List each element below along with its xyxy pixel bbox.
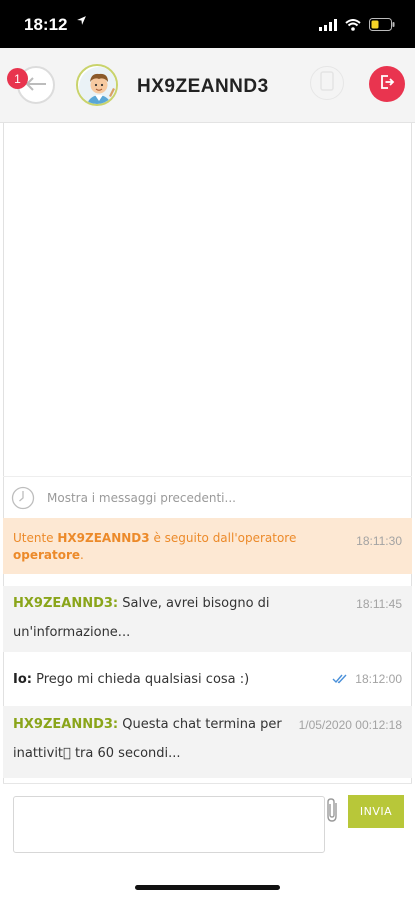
message-composer: INVIA bbox=[3, 783, 412, 863]
call-button[interactable] bbox=[310, 66, 344, 100]
exit-chat-button[interactable] bbox=[369, 66, 405, 102]
system-message-suffix: . bbox=[80, 548, 84, 562]
message-time: 18:11:45 bbox=[356, 597, 402, 611]
system-message-operator: operatore bbox=[13, 548, 81, 562]
system-message: Utente HX9ZEANND3 è seguito dall'operato… bbox=[3, 518, 412, 574]
message-input[interactable] bbox=[13, 796, 325, 853]
message-sender: HX9ZEANND3: bbox=[13, 596, 119, 611]
battery-icon bbox=[369, 16, 395, 35]
chat-message: Io: Prego mi chieda qualsiasi cosa :) 18… bbox=[3, 665, 412, 695]
home-indicator bbox=[135, 885, 280, 890]
message-sender: HX9ZEANND3: bbox=[13, 717, 119, 732]
show-previous-label: Mostra i messaggi precedenti... bbox=[47, 490, 236, 505]
system-message-text: è seguito dall'operatore bbox=[149, 531, 297, 545]
signal-icon bbox=[319, 16, 337, 35]
status-time: 18:12 bbox=[24, 15, 68, 34]
message-text: Salve, avrei bisogno di bbox=[118, 596, 270, 611]
wifi-icon bbox=[345, 16, 361, 35]
status-bar: 18:12 bbox=[0, 0, 415, 48]
message-text-continued: un'informazione... bbox=[13, 625, 131, 640]
chat-message: HX9ZEANND3: Questa chat termina per inat… bbox=[3, 706, 412, 778]
phone-icon bbox=[320, 71, 334, 95]
avatar bbox=[76, 64, 118, 106]
message-text: Prego mi chieda qualsiasi cosa :) bbox=[31, 672, 250, 687]
show-previous-messages[interactable]: Mostra i messaggi precedenti... bbox=[3, 476, 412, 518]
clock-icon bbox=[11, 486, 35, 510]
message-time: 18:12:00 bbox=[355, 672, 402, 686]
message-text: Questa chat termina per bbox=[118, 717, 282, 732]
chat-header: 1 HX9ZEANND3 bbox=[0, 48, 415, 123]
logout-icon bbox=[379, 74, 395, 94]
location-arrow-icon bbox=[76, 15, 87, 29]
double-check-icon bbox=[332, 666, 348, 695]
arrow-left-icon bbox=[25, 76, 47, 95]
notification-badge: 1 bbox=[7, 68, 28, 89]
message-sender: Io: bbox=[13, 672, 32, 687]
message-time: 1/05/2020 00:12:18 bbox=[298, 718, 402, 732]
paperclip-icon[interactable] bbox=[321, 796, 343, 824]
message-text-continued: inattivit  tra 60 secondi... bbox=[13, 746, 181, 761]
chat-message: HX9ZEANND3: Salve, avrei bisogno di un'i… bbox=[3, 586, 412, 652]
send-button[interactable]: INVIA bbox=[348, 795, 404, 828]
system-message-prefix: Utente bbox=[13, 531, 58, 545]
chat-title: HX9ZEANND3 bbox=[137, 76, 269, 97]
message-time: 18:11:30 bbox=[356, 534, 402, 548]
system-message-user: HX9ZEANND3 bbox=[57, 531, 150, 545]
